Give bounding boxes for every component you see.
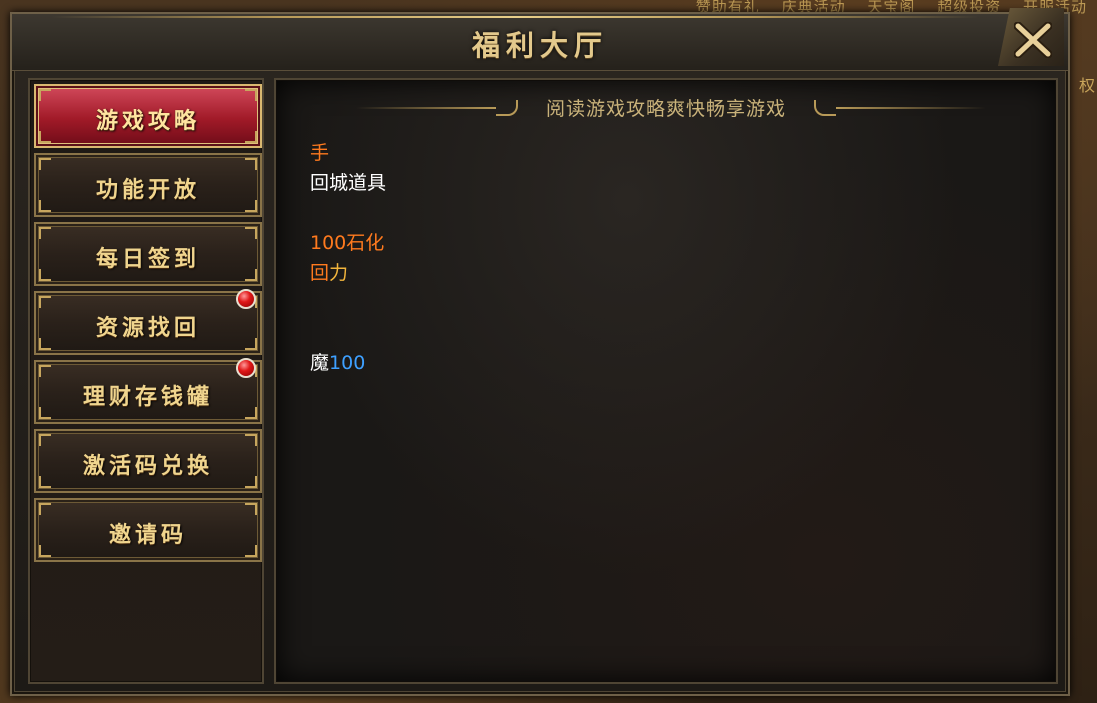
sidebar-item-feature-unlock[interactable]: 功能开放 <box>34 153 262 217</box>
sidebar-item-label: 资源找回 <box>95 315 200 341</box>
sidebar-item-label: 理财存钱罐 <box>82 384 213 410</box>
window-title-bar: 福利大厅 <box>12 8 1068 71</box>
sidebar-item-invite-code[interactable]: 邀请码 <box>34 498 262 562</box>
background-side-label: 权 <box>1078 76 1095 95</box>
close-button[interactable] <box>998 8 1064 66</box>
game-screen: 赞助有礼 庆典活动 天宝阁 超级投资 开服活动 权 福利大厅 游戏攻略 功能开放 <box>0 0 1097 703</box>
guide-line: 回力 <box>310 258 386 288</box>
guide-text: 手 回城道具 100石化 回力 魔100 <box>310 138 386 378</box>
notification-dot-icon <box>236 289 256 309</box>
guide-line: 魔100 <box>310 348 386 378</box>
sidebar-item-piggy-bank[interactable]: 理财存钱罐 <box>34 358 262 424</box>
header-ornament-hook-right <box>814 100 836 116</box>
guide-text-segment: 回城道具 <box>310 172 387 194</box>
sidebar-menu: 游戏攻略 功能开放 每日签到 资源找回 理财存钱罐 激活码兑换 邀请码 <box>28 78 264 684</box>
guide-line: 100石化 <box>310 228 386 258</box>
close-x-icon <box>1014 22 1052 58</box>
guide-content-panel: 阅读游戏攻略爽快畅享游戏 手 回城道具 100石化 回力 魔100 <box>274 78 1058 684</box>
section-header: 阅读游戏攻略爽快畅享游戏 <box>276 94 1056 122</box>
sidebar-item-label: 激活码兑换 <box>82 453 213 479</box>
header-ornament-left <box>356 107 496 109</box>
guide-line: 手 <box>310 138 386 168</box>
sidebar-item-game-guide[interactable]: 游戏攻略 <box>34 84 262 148</box>
guide-text-segment: 力 <box>329 262 349 284</box>
guide-text-segment: 魔 <box>310 352 330 374</box>
guide-text-segment: 手 <box>310 142 330 164</box>
notification-dot-icon <box>236 358 256 378</box>
guide-blank-line <box>310 288 386 318</box>
sidebar-item-redeem-code[interactable]: 激活码兑换 <box>34 429 262 493</box>
sidebar-item-resource-recovery[interactable]: 资源找回 <box>34 289 262 355</box>
header-ornament-right <box>836 107 986 109</box>
guide-line: 回城道具 <box>310 168 386 198</box>
sidebar-item-label: 邀请码 <box>108 522 187 548</box>
window-title: 福利大厅 <box>471 29 608 62</box>
guide-text-segment: 100石化 <box>310 232 385 254</box>
sidebar-item-label: 功能开放 <box>95 177 200 203</box>
sidebar-item-label: 游戏攻略 <box>95 108 200 134</box>
guide-blank-line <box>310 318 386 348</box>
welfare-hall-window: 福利大厅 游戏攻略 功能开放 每日签到 资源找回 理财存钱罐 激活码兑换 邀请码… <box>10 8 1070 696</box>
section-title: 阅读游戏攻略爽快畅享游戏 <box>545 98 786 120</box>
guide-text-segment: 回 <box>310 262 330 284</box>
sidebar-item-daily-checkin[interactable]: 每日签到 <box>34 222 262 286</box>
guide-blank-line <box>310 198 386 228</box>
guide-text-segment: 100 <box>329 352 366 374</box>
header-ornament-hook-left <box>496 100 518 116</box>
sidebar-item-label: 每日签到 <box>95 246 200 272</box>
